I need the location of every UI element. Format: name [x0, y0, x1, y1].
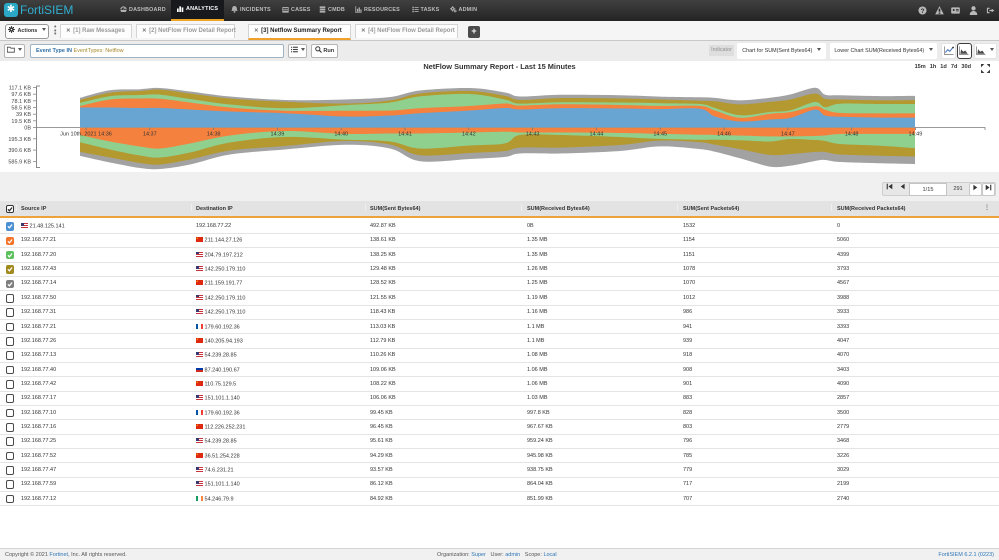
svg-text:Jun 10th, 2021 14:36: Jun 10th, 2021 14:36 — [60, 132, 112, 138]
svg-text:?: ? — [921, 8, 925, 15]
svg-text:78.1 KB: 78.1 KB — [11, 99, 31, 105]
svg-text:14:37: 14:37 — [143, 132, 157, 138]
svg-text:14:39: 14:39 — [271, 132, 285, 138]
svg-text:14:48: 14:48 — [845, 132, 859, 138]
svg-text:14:46: 14:46 — [717, 132, 731, 138]
svg-text:14:42: 14:42 — [462, 132, 476, 138]
svg-text:14:47: 14:47 — [781, 132, 795, 138]
svg-text:97.6 KB: 97.6 KB — [11, 92, 31, 98]
svg-text:117.1 KB: 117.1 KB — [9, 86, 32, 92]
svg-text:19.5 KB: 19.5 KB — [11, 119, 31, 125]
svg-text:0B: 0B — [24, 126, 31, 132]
svg-text:14:49: 14:49 — [909, 132, 923, 138]
svg-text:585.9 KB: 585.9 KB — [8, 159, 31, 165]
svg-text:14:45: 14:45 — [653, 132, 667, 138]
svg-text:39 KB: 39 KB — [16, 112, 31, 118]
svg-text:58.5 KB: 58.5 KB — [11, 106, 31, 112]
svg-text:14:40: 14:40 — [334, 132, 348, 138]
svg-text:14:41: 14:41 — [398, 132, 412, 138]
svg-text:195.3 KB: 195.3 KB — [8, 137, 31, 143]
svg-text:14:43: 14:43 — [526, 132, 540, 138]
svg-text:14:44: 14:44 — [590, 132, 604, 138]
svg-text:390.6 KB: 390.6 KB — [8, 148, 31, 154]
svg-text:14:38: 14:38 — [207, 132, 221, 138]
